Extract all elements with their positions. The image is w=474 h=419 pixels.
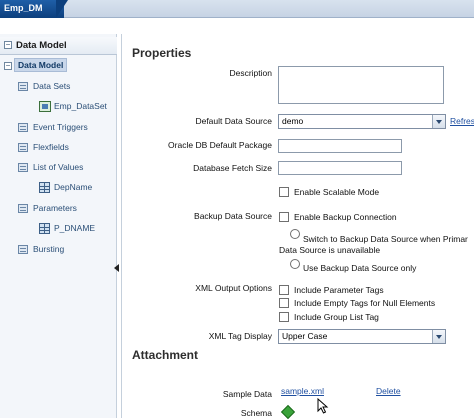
sample-data-label: Sample Data bbox=[222, 389, 272, 399]
dataset-icon bbox=[39, 101, 51, 112]
xml-tag-display-select[interactable]: Upper Case bbox=[278, 329, 446, 344]
tree-item-p-dname[interactable]: P_DNAME bbox=[0, 222, 117, 236]
xml-tag-display-label: XML Tag Display bbox=[208, 331, 272, 341]
minus-toggle-icon[interactable]: − bbox=[4, 62, 12, 70]
oracle-db-package-label: Oracle DB Default Package bbox=[168, 140, 272, 150]
tree-item-flexfields[interactable]: Flexfields bbox=[0, 141, 117, 155]
folder-icon bbox=[18, 204, 28, 213]
use-backup-only-label: Use Backup Data Source only bbox=[303, 263, 417, 273]
scalable-mode-label: Enable Scalable Mode bbox=[294, 187, 380, 197]
tree-item-data-model[interactable]: − Data Model bbox=[0, 58, 117, 73]
backup-connection-label: Enable Backup Connection bbox=[294, 212, 397, 222]
tree-item-label: Data Model bbox=[14, 58, 68, 72]
backup-data-source-label: Backup Data Source bbox=[194, 211, 272, 221]
backup-connection-checkbox[interactable] bbox=[279, 212, 289, 222]
xml-tag-display-value: Upper Case bbox=[282, 331, 328, 341]
switch-backup-label-2: Data Source is unavailable bbox=[279, 245, 381, 255]
folder-icon bbox=[18, 143, 28, 152]
tree-pane-title: Data Model bbox=[16, 40, 67, 51]
database-fetch-size-label: Database Fetch Size bbox=[193, 163, 272, 173]
use-backup-only-radio[interactable] bbox=[290, 259, 300, 269]
include-parameter-tags-checkbox[interactable] bbox=[279, 285, 289, 295]
include-group-list-checkbox[interactable] bbox=[279, 312, 289, 322]
tree-item-bursting[interactable]: Bursting bbox=[0, 243, 117, 257]
default-data-source-select[interactable]: demo bbox=[278, 114, 446, 129]
database-fetch-size-field[interactable] bbox=[278, 161, 402, 175]
switch-backup-radio[interactable] bbox=[290, 229, 300, 239]
description-label: Description bbox=[229, 68, 272, 78]
tree-item-label: Parameters bbox=[33, 203, 77, 213]
chevron-down-icon[interactable] bbox=[432, 115, 445, 128]
refresh-link[interactable]: Refres bbox=[450, 116, 474, 126]
scalable-mode-checkbox[interactable] bbox=[279, 187, 289, 197]
include-empty-tags-checkbox[interactable] bbox=[279, 298, 289, 308]
data-model-tree-pane: − Data Model − Data Model Data Sets Emp_… bbox=[0, 34, 117, 418]
tree-item-label: Flexfields bbox=[33, 142, 69, 152]
properties-pane: Properties Description Default Data Sour… bbox=[121, 34, 474, 419]
delete-link[interactable]: Delete bbox=[376, 386, 401, 396]
tree-item-label: Data Sets bbox=[33, 81, 71, 91]
tree-item-event-triggers[interactable]: Event Triggers bbox=[0, 121, 117, 135]
tab-title: Emp_DM bbox=[4, 3, 43, 13]
attachment-title: Attachment bbox=[132, 348, 199, 362]
oracle-db-package-field[interactable] bbox=[278, 139, 402, 153]
tree-item-label: P_DNAME bbox=[54, 223, 96, 233]
tree-item-depname[interactable]: DepName bbox=[0, 181, 117, 195]
tree-item-label: List of Values bbox=[33, 162, 84, 172]
tab-strip: Emp_DM bbox=[0, 0, 474, 18]
chevron-down-icon[interactable] bbox=[432, 330, 445, 343]
tree-item-label: DepName bbox=[54, 182, 93, 192]
properties-title: Properties bbox=[132, 46, 192, 60]
xml-output-options-label: XML Output Options bbox=[195, 283, 272, 293]
folder-icon bbox=[18, 82, 28, 91]
default-data-source-label: Default Data Source bbox=[195, 116, 272, 126]
tree-pane-header: − Data Model bbox=[0, 37, 117, 55]
grid-icon bbox=[39, 182, 50, 193]
include-group-list-label: Include Group List Tag bbox=[294, 312, 379, 322]
description-field[interactable] bbox=[278, 66, 444, 104]
tree-item-label: Event Triggers bbox=[33, 122, 88, 132]
switch-backup-label-1: Switch to Backup Data Source when Primar bbox=[303, 234, 468, 244]
tree-item-emp-dataset[interactable]: Emp_DataSet bbox=[0, 100, 117, 114]
schema-label: Schema bbox=[240, 408, 272, 418]
collapse-pane-handle-icon[interactable] bbox=[114, 262, 120, 274]
upload-schema-icon[interactable] bbox=[280, 404, 296, 419]
include-parameter-tags-label: Include Parameter Tags bbox=[294, 285, 384, 295]
tree-item-parameters[interactable]: Parameters bbox=[0, 202, 117, 216]
sample-xml-link[interactable]: sample.xml bbox=[281, 386, 324, 396]
folder-icon bbox=[18, 245, 28, 254]
folder-icon bbox=[18, 163, 28, 172]
tree-item-label: Emp_DataSet bbox=[54, 101, 107, 111]
tree-item-data-sets[interactable]: Data Sets bbox=[0, 80, 117, 94]
folder-icon bbox=[18, 123, 28, 132]
mouse-cursor-icon bbox=[317, 398, 329, 414]
tree-item-label: Bursting bbox=[33, 244, 65, 254]
collapse-all-icon[interactable]: − bbox=[4, 41, 12, 49]
tab-corner bbox=[56, 0, 68, 18]
tree-item-list-of-values[interactable]: List of Values bbox=[0, 161, 117, 175]
default-data-source-value: demo bbox=[282, 116, 304, 126]
tab-emp-dm[interactable]: Emp_DM bbox=[0, 0, 64, 18]
include-empty-tags-label: Include Empty Tags for Null Elements bbox=[294, 298, 436, 308]
grid-icon bbox=[39, 223, 50, 234]
